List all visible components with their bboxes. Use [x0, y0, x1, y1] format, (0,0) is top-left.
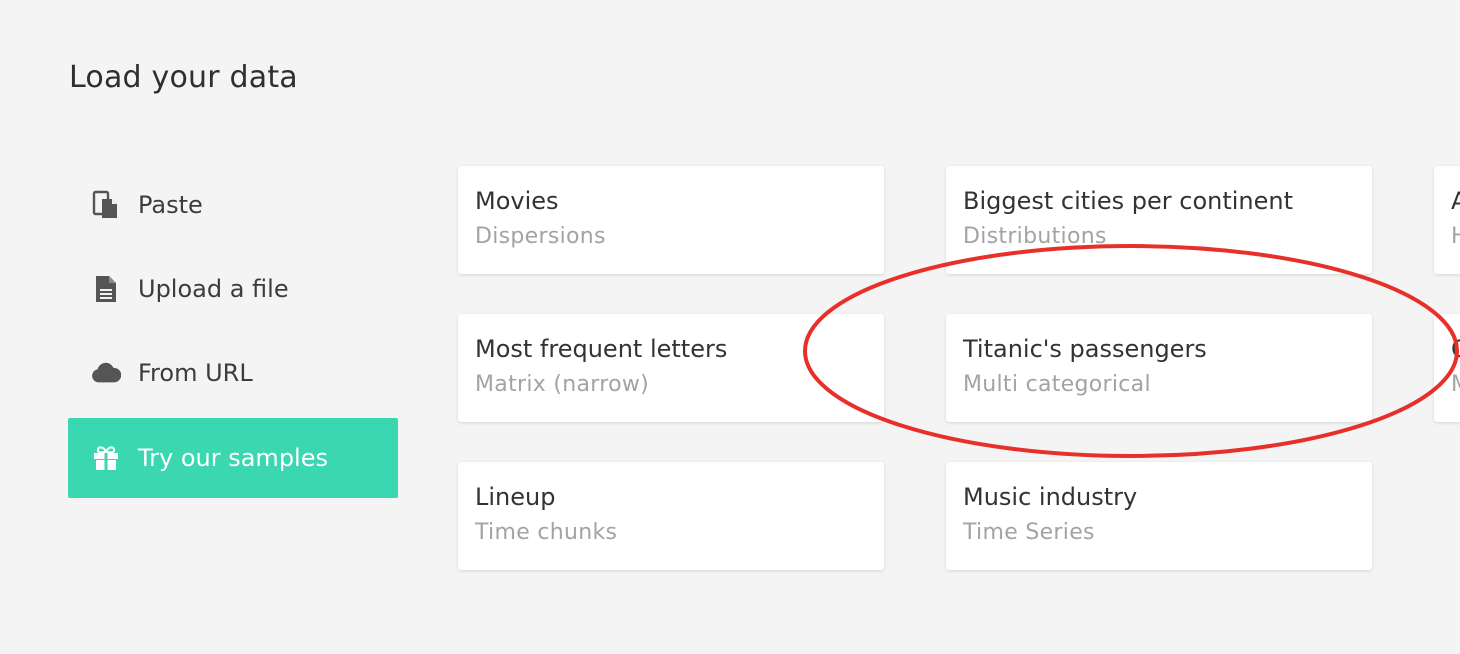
- sample-card-partial[interactable]: A H: [1434, 166, 1460, 274]
- sample-card-partial[interactable]: C M: [1434, 314, 1460, 422]
- sample-card-cities[interactable]: Biggest cities per continent Distributio…: [946, 166, 1372, 274]
- sample-type: Matrix (narrow): [475, 372, 650, 397]
- paste-icon: [91, 190, 121, 220]
- sample-name: Biggest cities per continent: [963, 187, 1294, 215]
- sample-type: Time Series: [963, 520, 1095, 545]
- load-data-page: Load your data Paste Upload a file From …: [0, 0, 1460, 654]
- cloud-icon: [91, 358, 121, 388]
- sidebar-item-label: Try our samples: [138, 444, 328, 472]
- sidebar-item-label: Upload a file: [138, 275, 289, 303]
- sidebar-item-upload[interactable]: Upload a file: [68, 249, 398, 329]
- sidebar-item-label: Paste: [138, 191, 203, 219]
- sample-name: Lineup: [475, 483, 556, 511]
- sample-type: Dispersions: [475, 224, 606, 249]
- page-title: Load your data: [69, 60, 298, 95]
- sample-type: Distributions: [963, 224, 1107, 249]
- sample-name: Movies: [475, 187, 559, 215]
- sample-card-movies[interactable]: Movies Dispersions: [458, 166, 884, 274]
- sample-card-music[interactable]: Music industry Time Series: [946, 462, 1372, 570]
- sidebar-item-samples[interactable]: Try our samples: [68, 418, 398, 498]
- sidebar-item-label: From URL: [138, 359, 253, 387]
- sample-type: Time chunks: [475, 520, 618, 545]
- sample-name: Titanic's passengers: [963, 335, 1207, 363]
- sample-card-letters[interactable]: Most frequent letters Matrix (narrow): [458, 314, 884, 422]
- gift-icon: [91, 443, 121, 473]
- file-icon: [91, 274, 121, 304]
- sidebar-item-url[interactable]: From URL: [68, 333, 398, 413]
- sample-type: Multi categorical: [963, 372, 1151, 397]
- sample-card-lineup[interactable]: Lineup Time chunks: [458, 462, 884, 570]
- sample-card-titanic[interactable]: Titanic's passengers Multi categorical: [946, 314, 1372, 422]
- sample-name: Music industry: [963, 483, 1138, 511]
- sample-name: Most frequent letters: [475, 335, 728, 363]
- sidebar-item-paste[interactable]: Paste: [68, 165, 398, 245]
